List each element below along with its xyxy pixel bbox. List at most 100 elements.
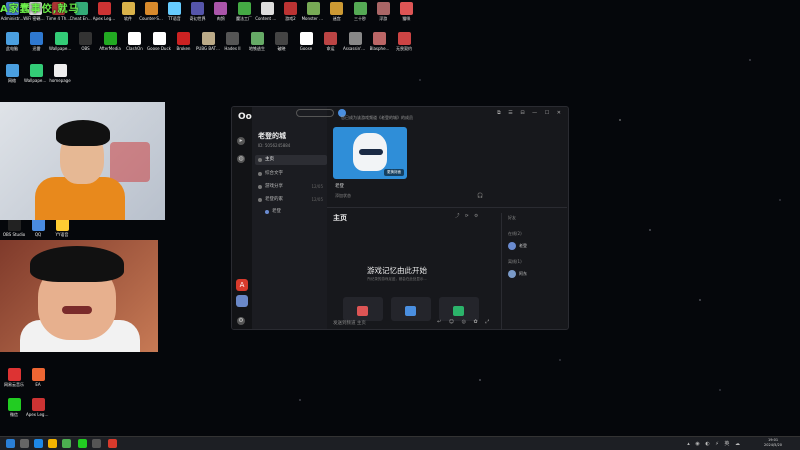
- desktop-shortcut[interactable]: Monster Hunter...: [302, 2, 326, 21]
- webcam-overlay-top: [0, 102, 165, 220]
- desktop-shortcut[interactable]: ClashOn: [123, 32, 147, 51]
- desktop-shortcut[interactable]: 无畏契约: [392, 32, 416, 51]
- shortcut-label: QQ: [34, 232, 42, 237]
- action-card-1[interactable]: [343, 297, 383, 321]
- desktop-shortcut[interactable]: Assassin's Creed: [343, 32, 367, 51]
- friend-row[interactable]: 阿东: [508, 269, 527, 279]
- folder-icon[interactable]: [48, 439, 57, 448]
- desktop-shortcut[interactable]: Content Warning: [255, 2, 279, 21]
- server-icon-apex[interactable]: A: [236, 279, 248, 291]
- app-shortcut-icon: [330, 2, 344, 15]
- app-shortcut-icon: [226, 32, 239, 45]
- desktop-shortcut[interactable]: Apex Legends: [93, 2, 117, 21]
- desktop-shortcut[interactable]: Goose: [294, 32, 318, 51]
- chat-icon[interactable]: ◍: [237, 155, 245, 163]
- user-name: 老登: [335, 184, 344, 189]
- desktop-shortcut[interactable]: 游戏2: [278, 2, 302, 21]
- desktop-shortcut[interactable]: Wallpaper Engine: [49, 32, 73, 51]
- app-shortcut-icon: [144, 2, 158, 15]
- oopz-app-window: Oopz ▸ ◍ A ⚙ 老登的城 ID: 5056245884 主页 综合文字…: [231, 106, 569, 330]
- section-toolbar[interactable]: ⤴ ⟳ ⚙: [455, 213, 480, 219]
- shortcut-label: homepage: [49, 78, 71, 83]
- app-icon[interactable]: [108, 439, 117, 448]
- app-shortcut-icon: [5, 32, 19, 45]
- desktop-shortcut[interactable]: 迷宫: [325, 2, 349, 21]
- desktop-shortcut[interactable]: Counter-Strike 2: [139, 2, 163, 21]
- desktop-shortcut[interactable]: PUBG BATTLEGR...: [196, 32, 220, 51]
- image-icon: [357, 306, 368, 316]
- desktop-shortcut[interactable]: Wallpaper Engine: [24, 64, 48, 83]
- desktop-shortcut[interactable]: 此电脑: [0, 32, 24, 51]
- desktop-shortcut[interactable]: AfterMedia: [98, 32, 122, 51]
- desktop-shortcut[interactable]: 网络: [0, 64, 24, 83]
- desktop-shortcut[interactable]: Goose Duck: [147, 32, 171, 51]
- desktop-shortcut[interactable]: 迅雷: [25, 32, 49, 51]
- browser-icon[interactable]: [34, 439, 43, 448]
- wechat-icon[interactable]: [78, 439, 87, 448]
- channel-item-text[interactable]: 综合文字: [255, 169, 327, 179]
- message-tools[interactable]: ↵ ☺ ◎ ✿ ⤢: [437, 319, 492, 325]
- desktop-shortcut[interactable]: 命运: [319, 32, 343, 51]
- shortcut-label: 破晓: [277, 46, 286, 51]
- search-icon[interactable]: [20, 439, 29, 448]
- chrome-icon[interactable]: [62, 439, 71, 448]
- message-input[interactable]: 发送到频道 主页: [333, 320, 366, 326]
- shortcut-label: ClashOn: [126, 46, 143, 51]
- desktop-shortcut[interactable]: TT语音: [162, 2, 186, 21]
- friend-row[interactable]: 老登: [508, 241, 527, 251]
- shortcut-label: 软件: [124, 16, 132, 21]
- desktop-shortcut[interactable]: EA: [26, 368, 50, 387]
- desktop-shortcut[interactable]: 破晓: [270, 32, 294, 51]
- server-id: ID: 5056245884: [258, 143, 291, 148]
- shortcut-label: 迷宫: [332, 16, 341, 21]
- desktop-shortcut[interactable]: YY语音: [50, 218, 74, 237]
- desktop-shortcut[interactable]: 猫咪: [394, 2, 418, 21]
- desktop-shortcut[interactable]: Broken: [172, 32, 196, 51]
- desktop-shortcut[interactable]: 网易云音乐: [2, 368, 26, 387]
- action-card-2[interactable]: [391, 297, 431, 321]
- channel-item-home[interactable]: 主页: [255, 155, 327, 165]
- server-icon-laodeng[interactable]: [236, 295, 248, 307]
- headset-icon[interactable]: 🎧: [477, 193, 483, 199]
- desktop-shortcut[interactable]: 浮游: [371, 2, 395, 21]
- play-icon[interactable]: ▸: [237, 137, 245, 145]
- desktop-shortcut[interactable]: Apex Legends: [26, 398, 50, 417]
- system-tray[interactable]: ▴ ◉ ◐ ⚡ 英 ☁: [687, 440, 742, 447]
- clock[interactable]: 19:01 2024/5/20: [764, 438, 782, 448]
- desktop-shortcut[interactable]: 地铁逃生: [245, 32, 269, 51]
- shortcut-label: Apex Legends: [26, 412, 50, 417]
- obs-icon[interactable]: [92, 439, 101, 448]
- section-title: 主页: [333, 214, 347, 222]
- shortcut-label: Time 4 The Nightmar...: [46, 16, 70, 21]
- settings-gear-icon[interactable]: ⚙: [237, 317, 245, 325]
- window-controls[interactable]: ⧉ ☰ ⊟ — ☐ ✕: [497, 110, 564, 116]
- channel-item-share[interactable]: 游戏分享 12/05: [255, 182, 327, 192]
- home-icon: [258, 158, 262, 162]
- desktop-shortcut[interactable]: Hades II: [221, 32, 245, 51]
- desktop-shortcut[interactable]: 魔法工厂: [232, 2, 256, 21]
- desktop-shortcut[interactable]: 奇幻世界: [186, 2, 210, 21]
- desktop-shortcut[interactable]: 微信: [2, 398, 26, 417]
- shortcut-label: AfterMedia: [99, 46, 121, 51]
- desktop-shortcut[interactable]: Blasphe...: [368, 32, 392, 51]
- desktop-shortcut[interactable]: homepage: [48, 64, 72, 83]
- shortcut-label: 迅雷: [32, 46, 41, 51]
- avatar: [265, 210, 269, 214]
- shortcut-label: TT语音: [167, 16, 181, 21]
- action-card-3[interactable]: [439, 297, 479, 321]
- voice-member[interactable]: 老登: [262, 207, 334, 217]
- desktop-shortcut[interactable]: OBS: [74, 32, 98, 51]
- app-shortcut-icon: [31, 398, 45, 411]
- shortcut-label: 游戏2: [285, 16, 296, 21]
- app-shortcut-icon: [128, 32, 141, 45]
- desktop-shortcut[interactable]: 软件: [116, 2, 140, 21]
- start-icon[interactable]: [6, 439, 15, 448]
- desktop-shortcut[interactable]: QQ: [26, 218, 50, 237]
- desktop-shortcut[interactable]: 肉鸽: [209, 2, 233, 21]
- app-shortcut-icon: [98, 2, 112, 15]
- desktop-shortcut[interactable]: OBS Studio: [2, 218, 26, 237]
- change-cover-button[interactable]: 更换封面: [384, 169, 404, 176]
- desktop-shortcut[interactable]: 三十秒: [348, 2, 372, 21]
- channel-item-voice[interactable]: 老登的家 12/05: [255, 195, 327, 205]
- status-line[interactable]: 添加状态: [335, 193, 351, 199]
